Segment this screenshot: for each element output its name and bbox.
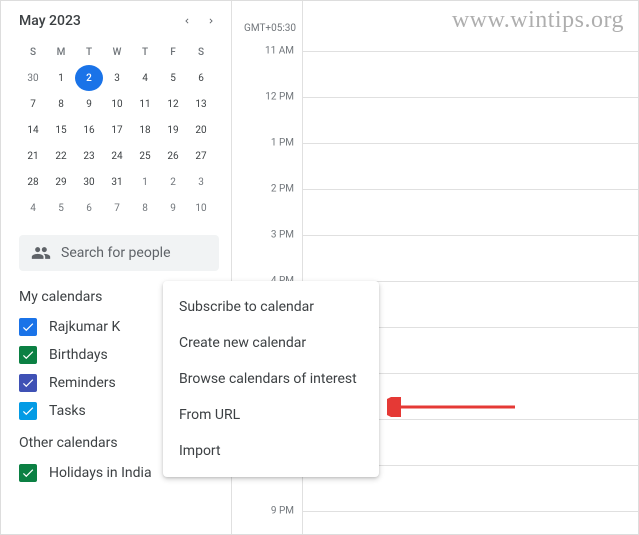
calendar-day[interactable]: 9	[159, 195, 187, 221]
calendar-day[interactable]: 2	[159, 169, 187, 195]
calendar-day[interactable]: 5	[47, 195, 75, 221]
time-label: 9 PM	[271, 506, 294, 517]
time-label: 3 PM	[271, 230, 294, 241]
calendar-day[interactable]: 1	[131, 169, 159, 195]
day-header: M	[47, 39, 75, 65]
time-label: 11 AM	[265, 46, 294, 57]
menu-browse-interest[interactable]: Browse calendars of interest	[163, 361, 379, 397]
calendar-day[interactable]: 7	[103, 195, 131, 221]
calendar-checkbox[interactable]	[19, 464, 37, 482]
calendar-day[interactable]: 26	[159, 143, 187, 169]
hour-gridline	[303, 51, 638, 52]
calendar-label: Reminders	[49, 375, 116, 391]
calendar-day[interactable]: 31	[103, 169, 131, 195]
calendar-day[interactable]: 2	[75, 65, 103, 91]
day-header: S	[19, 39, 47, 65]
calendar-day[interactable]: 12	[159, 91, 187, 117]
calendar-day[interactable]: 21	[19, 143, 47, 169]
time-label: 2 PM	[271, 184, 294, 195]
annotation-arrow	[387, 397, 517, 417]
calendar-day[interactable]: 27	[187, 143, 215, 169]
calendar-checkbox[interactable]	[19, 402, 37, 420]
search-people-input[interactable]: Search for people	[19, 235, 219, 271]
calendar-day[interactable]: 13	[187, 91, 215, 117]
day-header: T	[131, 39, 159, 65]
calendar-day[interactable]: 29	[47, 169, 75, 195]
mini-calendar: SMTWTFS 30123456789101112131415161718192…	[19, 39, 219, 221]
calendar-day[interactable]: 16	[75, 117, 103, 143]
calendar-day[interactable]: 11	[131, 91, 159, 117]
menu-from-url[interactable]: From URL	[163, 397, 379, 433]
calendar-day[interactable]: 9	[75, 91, 103, 117]
calendar-label: Tasks	[49, 403, 86, 419]
menu-create-calendar[interactable]: Create new calendar	[163, 325, 379, 361]
hour-gridline	[303, 235, 638, 236]
prev-month-button[interactable]	[175, 9, 199, 33]
calendar-day[interactable]: 22	[47, 143, 75, 169]
calendar-label: Rajkumar K	[49, 319, 120, 335]
calendar-day[interactable]: 18	[131, 117, 159, 143]
calendar-day[interactable]: 5	[159, 65, 187, 91]
calendar-label: Birthdays	[49, 347, 108, 363]
calendar-day[interactable]: 6	[187, 65, 215, 91]
calendar-day[interactable]: 19	[159, 117, 187, 143]
calendar-day[interactable]: 20	[187, 117, 215, 143]
day-header: S	[187, 39, 215, 65]
menu-import[interactable]: Import	[163, 433, 379, 469]
calendar-day[interactable]: 30	[75, 169, 103, 195]
calendar-day[interactable]: 17	[103, 117, 131, 143]
calendar-day[interactable]: 30	[19, 65, 47, 91]
calendar-checkbox[interactable]	[19, 374, 37, 392]
calendar-day[interactable]: 3	[187, 169, 215, 195]
month-title[interactable]: May 2023	[19, 13, 175, 29]
calendar-day[interactable]: 8	[47, 91, 75, 117]
menu-subscribe[interactable]: Subscribe to calendar	[163, 289, 379, 325]
calendar-day[interactable]: 10	[187, 195, 215, 221]
hour-gridline	[303, 97, 638, 98]
calendar-day[interactable]: 23	[75, 143, 103, 169]
calendar-day[interactable]: 7	[19, 91, 47, 117]
day-header: F	[159, 39, 187, 65]
next-month-button[interactable]	[199, 9, 223, 33]
calendar-checkbox[interactable]	[19, 346, 37, 364]
hour-gridline	[303, 143, 638, 144]
calendar-day[interactable]: 8	[131, 195, 159, 221]
calendar-day[interactable]: 15	[47, 117, 75, 143]
calendar-day[interactable]: 28	[19, 169, 47, 195]
calendar-day[interactable]: 3	[103, 65, 131, 91]
calendar-label: Holidays in India	[49, 465, 152, 481]
chevron-left-icon	[182, 16, 192, 26]
calendar-day[interactable]: 25	[131, 143, 159, 169]
chevron-right-icon	[206, 16, 216, 26]
search-placeholder: Search for people	[61, 245, 171, 261]
calendar-day[interactable]: 4	[131, 65, 159, 91]
month-header: May 2023	[19, 9, 231, 33]
day-header: T	[75, 39, 103, 65]
calendar-day[interactable]: 4	[19, 195, 47, 221]
people-icon	[31, 243, 51, 263]
hour-gridline	[303, 189, 638, 190]
calendar-day[interactable]: 24	[103, 143, 131, 169]
hour-gridline	[303, 511, 638, 512]
calendar-checkbox[interactable]	[19, 318, 37, 336]
calendar-day[interactable]: 6	[75, 195, 103, 221]
watermark-text: www.wintips.org	[452, 7, 624, 34]
time-label: 12 PM	[265, 92, 294, 103]
calendar-day[interactable]: 14	[19, 117, 47, 143]
calendar-day[interactable]: 1	[47, 65, 75, 91]
calendar-day[interactable]: 10	[103, 91, 131, 117]
other-calendars-menu: Subscribe to calendar Create new calenda…	[163, 281, 379, 477]
timezone-label: GMT+05:30	[244, 23, 296, 34]
day-header: W	[103, 39, 131, 65]
time-label: 1 PM	[271, 138, 294, 149]
